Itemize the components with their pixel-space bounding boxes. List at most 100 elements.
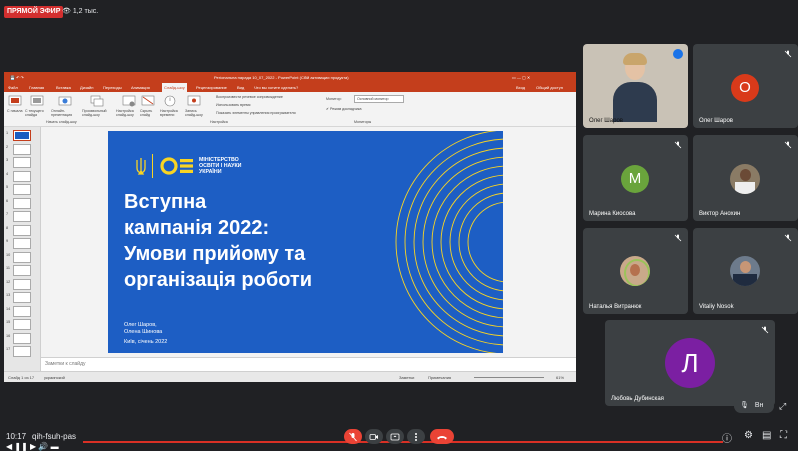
- mic-off-icon: [784, 50, 792, 58]
- speaking-indicator-icon: [673, 49, 683, 59]
- slideshow-start-icon[interactable]: [8, 94, 22, 108]
- progress-bar[interactable]: [83, 441, 723, 443]
- slide-thumbnail[interactable]: 13: [6, 292, 38, 303]
- ppt-quick-access[interactable]: 💾 ↶ ↷: [10, 72, 24, 83]
- decorative-arc: [413, 147, 503, 337]
- slide-thumbnail[interactable]: 16: [6, 332, 38, 344]
- slide-thumbnail[interactable]: 17: [6, 346, 38, 357]
- slide-heading: Вступна кампанія 2022: Умови прийому та …: [124, 189, 354, 293]
- slide-thumbnail[interactable]: 1: [6, 130, 38, 141]
- trident-icon: [136, 158, 146, 175]
- status-notes-button[interactable]: Заметки: [399, 372, 414, 382]
- use-timings-checkbox[interactable]: Использовать время: [216, 103, 250, 107]
- status-zoom[interactable]: 61%: [556, 372, 564, 382]
- monitor-select[interactable]: Основной монитор: [354, 95, 404, 103]
- slide-thumbnail[interactable]: 11: [6, 265, 38, 276]
- notes-pane[interactable]: Заметки к слайду: [41, 357, 576, 371]
- slide-thumbnail[interactable]: 8: [6, 224, 38, 236]
- slide-thumbnail[interactable]: 14: [6, 305, 38, 317]
- more-options-button[interactable]: [407, 429, 425, 444]
- custom-slideshow-icon[interactable]: [90, 94, 104, 108]
- rehearse-timings-label: Настройка времени: [160, 109, 178, 117]
- leave-call-button[interactable]: [430, 429, 454, 444]
- tab-view[interactable]: Вид: [237, 83, 244, 92]
- participant-name: Марина Киосова: [589, 211, 636, 217]
- info-icon[interactable]: ⓘ: [722, 430, 734, 445]
- play-narrations-checkbox[interactable]: Воспроизвести речевое сопровождение: [216, 95, 283, 99]
- online-presentation-label: Онлайн-презентация: [51, 109, 73, 117]
- participant-name: Vitaliy Nosok: [699, 304, 734, 310]
- tab-animation[interactable]: Анимация: [131, 83, 150, 92]
- participant-tile[interactable]: Vitaliy Nosok: [693, 228, 798, 314]
- tab-design[interactable]: Дизайн: [80, 83, 93, 92]
- fullscreen-icon[interactable]: ⛶: [780, 430, 792, 442]
- author-1: Олег Шаров,: [124, 322, 157, 328]
- status-slide-counter: Слайд 1 из 17: [8, 375, 35, 380]
- slide-thumbnail[interactable]: 10: [6, 251, 38, 263]
- slide-thumbnail[interactable]: 2: [6, 143, 38, 155]
- settings-icon[interactable]: ⚙: [744, 430, 756, 442]
- decorative-arc: [458, 192, 503, 292]
- participant-video: [613, 52, 657, 122]
- present-screen-button[interactable]: [386, 429, 404, 444]
- ppt-share[interactable]: Общий доступ: [536, 83, 563, 92]
- participant-name: Олег Шаров: [589, 118, 623, 124]
- mic-toggle-button[interactable]: [344, 429, 362, 444]
- viewer-count: 👁 1,2 тыс.: [62, 6, 98, 18]
- tab-file[interactable]: Файл: [8, 83, 18, 92]
- ppt-window-controls[interactable]: ▭ — ▢ ✕: [512, 72, 530, 83]
- participant-tile[interactable]: Наталья Витранюк: [583, 228, 688, 314]
- record-slideshow-icon[interactable]: [187, 94, 201, 108]
- slide-thumbnail-number: 1: [6, 131, 9, 135]
- caption-language-chip[interactable]: 🎙 Вн: [734, 399, 774, 413]
- slide-thumbnail-preview: [13, 332, 31, 344]
- rehearse-timings-icon[interactable]: [163, 94, 177, 108]
- slide-thumbnail-number: 11: [6, 266, 10, 270]
- tab-home[interactable]: Главная: [29, 83, 44, 92]
- hide-slide-icon[interactable]: [141, 94, 155, 108]
- zoom-slider[interactable]: [474, 377, 544, 378]
- tab-tell-me[interactable]: Что вы хотите сделать?: [254, 83, 298, 92]
- clock: 10:17: [6, 432, 27, 441]
- avatar: [730, 256, 760, 286]
- slide-thumbnail-number: 7: [6, 212, 9, 216]
- slide-thumbnail[interactable]: 4: [6, 170, 38, 182]
- mon-logo-icon: [160, 157, 193, 175]
- decorative-arc: [449, 183, 503, 301]
- participant-tile[interactable]: М Марина Киосова: [583, 135, 688, 221]
- participant-name: Виктор Анохин: [699, 211, 741, 217]
- tab-transitions[interactable]: Переходы: [103, 83, 122, 92]
- participant-tile[interactable]: Виктор Анохин: [693, 135, 798, 221]
- mic-off-icon: [349, 432, 357, 441]
- slide-thumbnail[interactable]: 15: [6, 319, 38, 330]
- slide-thumbnail[interactable]: 7: [6, 211, 38, 222]
- expand-icon[interactable]: ⤢: [779, 401, 789, 411]
- participant-tile[interactable]: Олег Шаров: [583, 44, 688, 128]
- slide-thumbnail-preview: [13, 251, 31, 263]
- slide-thumbnail-preview: [13, 305, 31, 317]
- playback-controls[interactable]: ◀ ❚❚ ▶ 🔊 ▬: [6, 442, 59, 451]
- participant-tile[interactable]: Л Любовь Дубинская: [605, 320, 775, 406]
- presenter-view-checkbox[interactable]: ✔ Режим докладчика: [326, 107, 362, 111]
- online-presentation-icon[interactable]: [58, 94, 72, 108]
- show-media-controls-checkbox[interactable]: Показать элементы управления проигрывате…: [216, 111, 296, 115]
- slide-thumbnail[interactable]: 12: [6, 278, 38, 290]
- slide-thumbnail-number: 6: [6, 198, 9, 203]
- slideshow-current-icon[interactable]: [30, 94, 44, 108]
- tab-insert[interactable]: Вставка: [56, 83, 71, 92]
- slide-thumbnail[interactable]: 3: [6, 157, 38, 168]
- ppt-sign-in[interactable]: Вход: [516, 83, 525, 92]
- slide-thumbnail[interactable]: 6: [6, 197, 38, 209]
- camera-toggle-button[interactable]: [365, 429, 383, 444]
- ministry-line-3: УКРАЇНИ: [199, 169, 222, 176]
- tab-slideshow[interactable]: Слайд-шоу: [162, 83, 187, 92]
- status-comments-button[interactable]: Примечания: [428, 372, 451, 382]
- tab-review[interactable]: Рецензирование: [196, 83, 227, 92]
- participant-tile[interactable]: О Олег Шаров: [693, 44, 798, 128]
- setup-slideshow-icon[interactable]: [122, 94, 136, 108]
- slide-thumbnail[interactable]: 5: [6, 184, 38, 195]
- heading-line-3: Умови прийому та: [124, 243, 306, 265]
- slide-thumbnail[interactable]: 9: [6, 238, 38, 249]
- captions-icon[interactable]: ▤: [762, 430, 774, 442]
- mic-off-icon: [674, 234, 682, 242]
